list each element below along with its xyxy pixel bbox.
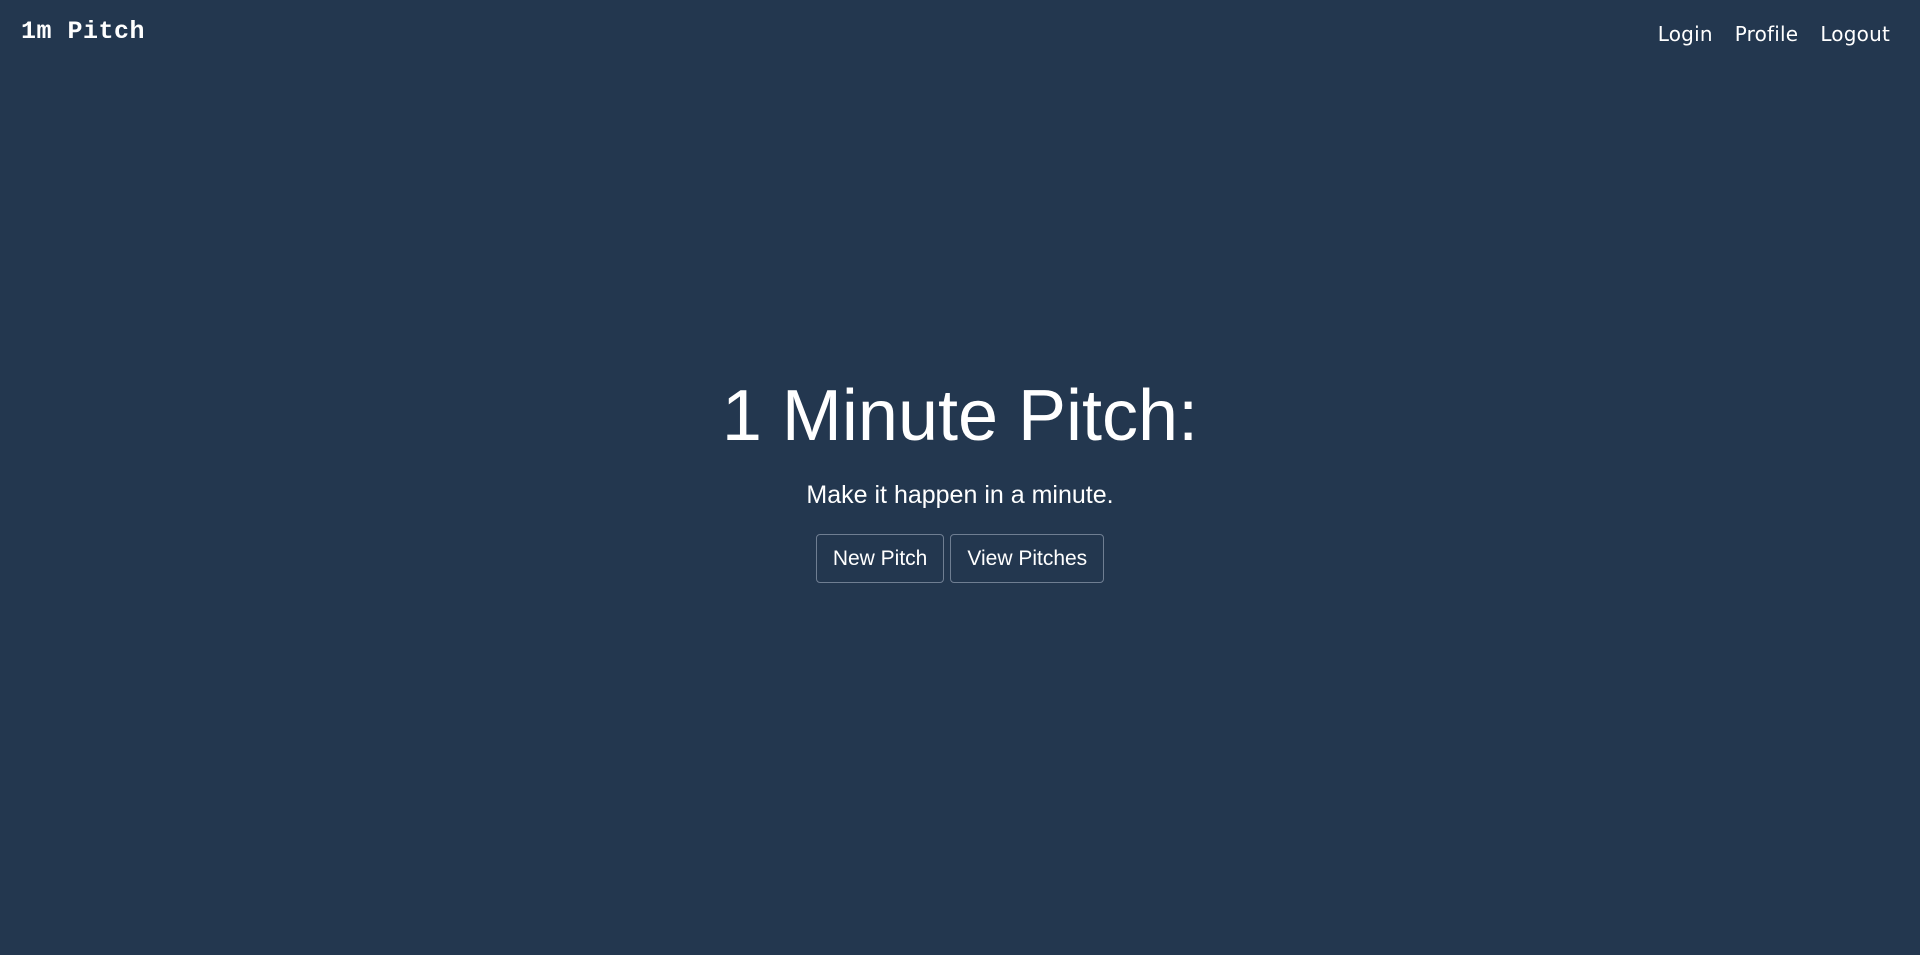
nav-login-link[interactable]: Login — [1658, 22, 1713, 46]
new-pitch-button[interactable]: New Pitch — [815, 534, 945, 583]
hero-actions: New Pitch View Pitches — [0, 534, 1920, 583]
nav-profile-link[interactable]: Profile — [1735, 22, 1799, 46]
navbar: 1m Pitch Login Profile Logout — [0, 0, 1920, 70]
hero-section: 1 Minute Pitch: Make it happen in a minu… — [0, 370, 1920, 583]
view-pitches-button[interactable]: View Pitches — [950, 534, 1105, 583]
page-subtitle: Make it happen in a minute. — [806, 481, 1114, 509]
page-title: 1 Minute Pitch: — [721, 376, 1199, 456]
nav-links: Login Profile Logout — [1658, 22, 1890, 46]
nav-logout-link[interactable]: Logout — [1820, 22, 1890, 46]
brand-logo[interactable]: 1m Pitch — [21, 17, 145, 46]
